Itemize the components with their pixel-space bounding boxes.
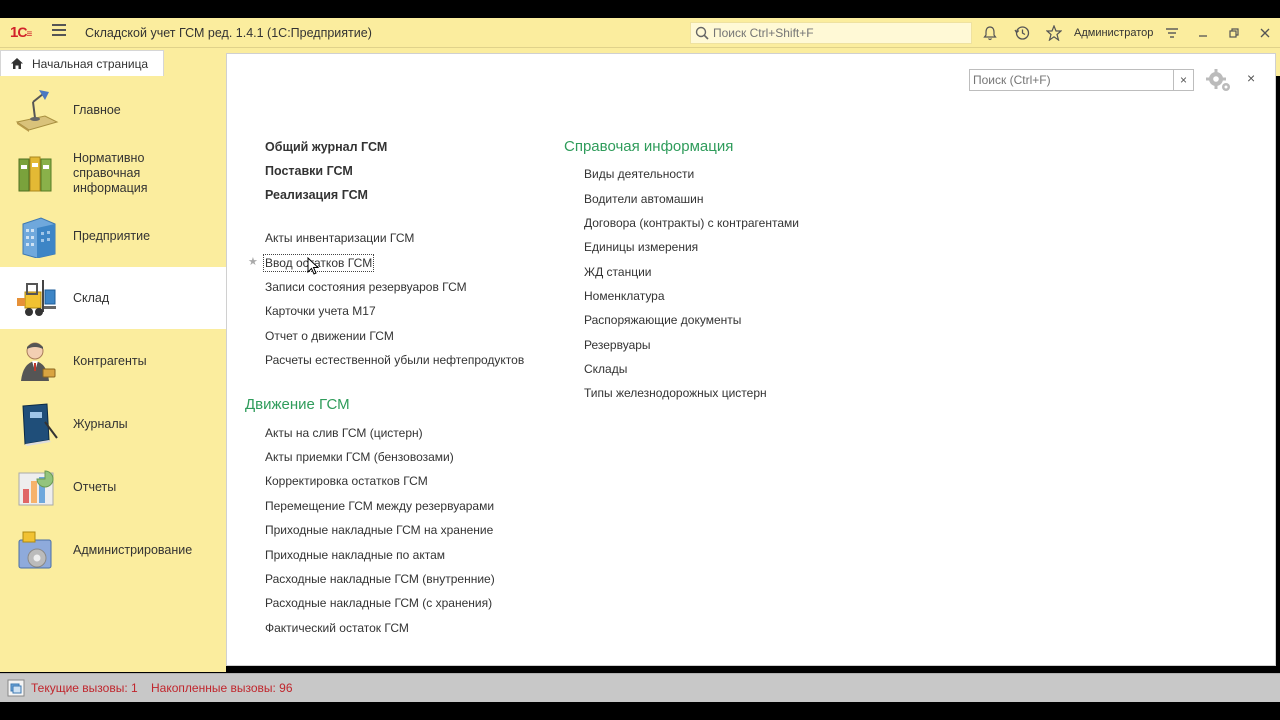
server-calls-status: Текущие вызовы: 1 Накопленные вызовы: 96 (31, 681, 293, 695)
section-main[interactable]: Главное (0, 79, 226, 141)
close-panel-button[interactable]: × (1247, 70, 1255, 86)
tab-home[interactable]: Начальная страница (0, 50, 164, 76)
star-favorites-icon[interactable] (1045, 24, 1063, 42)
list-item[interactable]: Расходные накладные ГСМ (с хранения) (265, 596, 492, 610)
section-label: Главное (73, 102, 121, 117)
list-item[interactable]: Договора (контракты) с контрагентами (584, 216, 799, 230)
list-item[interactable]: Корректировка остатков ГСМ (265, 474, 428, 488)
link-natural-loss-calc[interactable]: Расчеты естественной убыли нефтепродукто… (265, 353, 524, 367)
tab-home-label: Начальная страница (32, 56, 149, 71)
title-bar: 1С≡ Складской учет ГСМ ред. 1.4.1 (1С:Пр… (0, 18, 1280, 48)
list-item[interactable]: Акты приемки ГСМ (бензовозами) (265, 450, 454, 464)
restore-icon[interactable] (1225, 24, 1243, 42)
desk-lamp-icon (15, 90, 59, 132)
panel-search-input[interactable] (973, 73, 1153, 87)
section-reference[interactable]: Нормативно справочная информация (0, 142, 226, 204)
list-item[interactable]: Номенклатура (584, 289, 665, 303)
link-supplies[interactable]: Поставки ГСМ (265, 164, 353, 178)
list-item[interactable]: Резервуары (584, 338, 651, 352)
admin-gear-icon (18, 531, 52, 569)
section-label: Администрирование (73, 542, 193, 557)
favorite-star-icon[interactable]: ★ (248, 255, 258, 268)
server-calls-icon[interactable] (7, 679, 25, 697)
section-content-panel: × × Общий журнал ГСМ Поставки ГСМ Реализ… (226, 53, 1276, 666)
link-sales[interactable]: Реализация ГСМ (265, 188, 368, 202)
sections-panel: Главное Нормативно справочная информация… (0, 76, 226, 672)
link-general-journal[interactable]: Общий журнал ГСМ (265, 140, 387, 154)
section-counterparties[interactable]: Контрагенты (0, 330, 226, 392)
section-title-reference: Справочая информация (564, 138, 734, 155)
section-title-movement: Движение ГСМ (245, 396, 350, 413)
close-window-icon[interactable] (1256, 24, 1274, 42)
link-inventory-acts[interactable]: Акты инвентаризации ГСМ (265, 231, 414, 245)
1c-logo[interactable]: 1С≡ (10, 24, 32, 41)
person-icon (21, 342, 56, 381)
folders-icon (18, 156, 52, 192)
status-bar: Текущие вызовы: 1 Накопленные вызовы: 96 (0, 673, 1280, 702)
list-item[interactable]: Типы железнодорожных цистерн (584, 386, 767, 400)
list-item[interactable]: ЖД станции (584, 265, 651, 279)
list-item[interactable]: Единицы измерения (584, 240, 698, 254)
forklift-icon (17, 280, 56, 316)
section-journals[interactable]: Журналы (0, 393, 226, 455)
list-item[interactable]: Виды деятельности (584, 167, 694, 181)
list-item[interactable]: Склады (584, 362, 627, 376)
section-warehouse[interactable]: Склад (0, 267, 226, 329)
main-menu-icon[interactable] (52, 24, 66, 36)
minimize-icon[interactable] (1194, 24, 1212, 42)
list-item[interactable]: Распоряжающие документы (584, 313, 741, 327)
section-label: Предприятие (73, 228, 151, 243)
global-search-box[interactable] (690, 22, 972, 44)
link-m17-cards[interactable]: Карточки учета М17 (265, 304, 376, 318)
panel-search-box[interactable] (969, 69, 1174, 91)
section-label: Нормативно справочная информация (73, 150, 148, 195)
list-item[interactable]: Расходные накладные ГСМ (внутренние) (265, 572, 495, 586)
list-item[interactable]: Фактический остаток ГСМ (265, 621, 409, 635)
section-label: Контрагенты (73, 353, 147, 368)
list-item[interactable]: Водители автомашин (584, 192, 704, 206)
section-label: Отчеты (73, 479, 117, 494)
link-tank-state-records[interactable]: Записи состояния резервуаров ГСМ (265, 280, 467, 294)
search-icon (695, 26, 709, 40)
app-title: Складской учет ГСМ ред. 1.4.1 (1С:Предпр… (85, 26, 372, 40)
mouse-cursor-icon (307, 257, 319, 275)
history-icon[interactable] (1013, 24, 1031, 42)
link-movement-report[interactable]: Отчет о движении ГСМ (265, 329, 394, 343)
gear-icon[interactable] (1205, 68, 1231, 94)
building-icon (22, 217, 56, 258)
section-reports[interactable]: Отчеты (0, 456, 226, 518)
section-administration[interactable]: Администрирование (0, 519, 226, 581)
home-icon (11, 58, 23, 69)
global-search-input[interactable] (713, 26, 953, 40)
settings-menu-icon[interactable] (1163, 24, 1181, 42)
current-user[interactable]: Администратор (1074, 27, 1153, 39)
section-label: Журналы (73, 416, 128, 431)
section-label: Склад (73, 290, 110, 305)
search-clear-button[interactable]: × (1174, 69, 1194, 91)
list-item[interactable]: Акты на слив ГСМ (цистерн) (265, 426, 423, 440)
list-item[interactable]: Приходные накладные по актам (265, 548, 445, 562)
section-enterprise[interactable]: Предприятие (0, 205, 226, 267)
list-item[interactable]: Перемещение ГСМ между резервуарами (265, 499, 494, 513)
list-item[interactable]: Приходные накладные ГСМ на хранение (265, 523, 493, 537)
bell-icon[interactable] (981, 24, 999, 42)
journal-book-icon (22, 403, 58, 446)
chart-report-icon (18, 470, 54, 506)
